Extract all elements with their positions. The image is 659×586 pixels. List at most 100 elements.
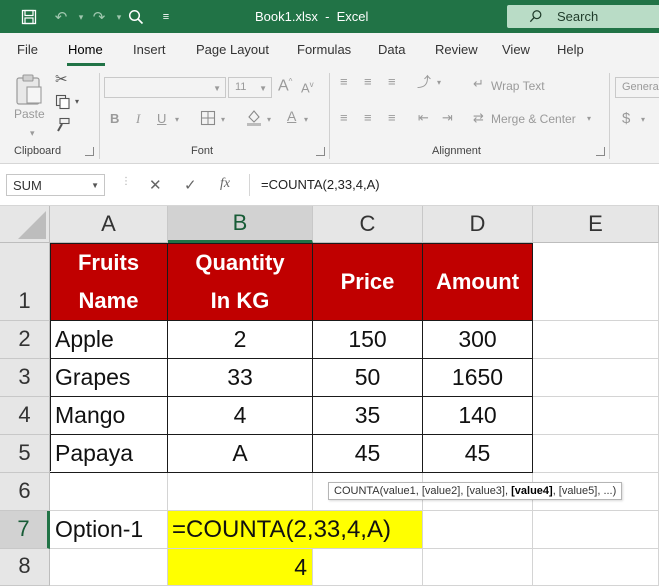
font-color-button[interactable]: A: [287, 108, 296, 124]
table-cell[interactable]: Grapes: [50, 359, 168, 397]
borders-dropdown-icon[interactable]: ▾: [221, 116, 225, 124]
column-header-d[interactable]: D: [423, 206, 533, 243]
row-header-4[interactable]: 4: [0, 397, 50, 435]
table-cell[interactable]: Mango: [50, 397, 168, 435]
empty-cell[interactable]: [423, 511, 533, 549]
column-header-c[interactable]: C: [313, 206, 423, 243]
paste-button[interactable]: Paste: [14, 73, 46, 125]
currency-dropdown-icon[interactable]: ▾: [641, 116, 645, 124]
column-header-e[interactable]: E: [533, 206, 659, 243]
table-cell[interactable]: 45: [423, 435, 533, 473]
undo-icon[interactable]: ↶: [50, 6, 72, 28]
wrap-text-icon[interactable]: ↵: [473, 77, 484, 90]
tab-file[interactable]: File: [17, 42, 38, 57]
fill-color-dropdown-icon[interactable]: ▾: [267, 116, 271, 124]
row-header-8[interactable]: 8: [0, 549, 50, 586]
row-header-5[interactable]: 5: [0, 435, 50, 473]
table-cell[interactable]: A: [168, 435, 313, 473]
table-cell[interactable]: 300: [423, 321, 533, 359]
font-launcher-icon[interactable]: [316, 147, 325, 156]
bottom-align-icon[interactable]: ≡: [388, 75, 396, 88]
font-color-dropdown-icon[interactable]: ▾: [304, 116, 308, 124]
row-header-7[interactable]: 7: [0, 511, 50, 549]
empty-cell[interactable]: [533, 511, 659, 549]
empty-cell[interactable]: [533, 397, 659, 435]
row-header-2[interactable]: 2: [0, 321, 50, 359]
table-cell[interactable]: 33: [168, 359, 313, 397]
table-cell[interactable]: 4: [168, 397, 313, 435]
column-header-a[interactable]: A: [50, 206, 168, 243]
cancel-entry-icon[interactable]: ✕: [149, 176, 162, 194]
merge-center-icon[interactable]: ⇄: [473, 111, 484, 124]
increase-indent-icon[interactable]: ⇥: [442, 111, 453, 124]
table-header-cell[interactable]: Amount: [423, 243, 533, 321]
fill-color-icon[interactable]: [245, 108, 263, 128]
table-header-cell[interactable]: Quantity In KG: [168, 243, 313, 321]
align-center-icon[interactable]: ≡: [364, 111, 372, 124]
option-label-cell[interactable]: Option-1: [50, 511, 168, 549]
table-cell[interactable]: 50: [313, 359, 423, 397]
search-icon[interactable]: [125, 6, 147, 28]
increase-font-icon[interactable]: A^: [278, 77, 292, 95]
result-cell[interactable]: 4: [168, 549, 313, 586]
empty-cell[interactable]: [50, 473, 168, 511]
tab-home[interactable]: Home: [68, 42, 103, 57]
tab-view[interactable]: View: [502, 42, 530, 57]
name-box[interactable]: SUM ▼: [6, 174, 105, 196]
search-box[interactable]: Search: [507, 5, 659, 28]
decrease-font-icon[interactable]: Av: [301, 80, 314, 95]
align-right-icon[interactable]: ≡: [388, 111, 396, 124]
cut-icon[interactable]: ✂: [55, 72, 68, 87]
tooltip-current-argument[interactable]: [value4]: [511, 485, 553, 497]
bold-button[interactable]: B: [110, 111, 119, 126]
wrap-text-button[interactable]: Wrap Text: [491, 79, 545, 93]
redo-icon[interactable]: ↷: [88, 6, 110, 28]
decrease-indent-icon[interactable]: ⇤: [418, 111, 429, 124]
formula-input[interactable]: =COUNTA(2,33,4,A): [249, 174, 659, 196]
formula-edit-cell[interactable]: =COUNTA(2,33,4,A): [168, 511, 423, 549]
empty-cell[interactable]: [533, 435, 659, 473]
empty-cell[interactable]: [168, 473, 313, 511]
table-cell[interactable]: 140: [423, 397, 533, 435]
table-cell[interactable]: Apple: [50, 321, 168, 359]
orientation-dropdown-icon[interactable]: ▾: [437, 79, 441, 87]
font-name-dropdown[interactable]: ▼: [104, 77, 226, 98]
table-header-cell[interactable]: Fruits Name: [50, 243, 168, 321]
tab-insert[interactable]: Insert: [133, 42, 166, 57]
empty-cell[interactable]: [533, 359, 659, 397]
font-size-dropdown[interactable]: 11 ▼: [228, 77, 272, 98]
table-cell[interactable]: 150: [313, 321, 423, 359]
format-painter-icon[interactable]: [55, 117, 71, 135]
table-cell[interactable]: 45: [313, 435, 423, 473]
save-icon[interactable]: [18, 6, 40, 28]
alignment-launcher-icon[interactable]: [596, 147, 605, 156]
empty-cell[interactable]: [313, 549, 423, 586]
empty-cell[interactable]: [533, 243, 659, 321]
customize-toolbar-icon[interactable]: ≡: [155, 6, 177, 28]
table-cell[interactable]: Papaya: [50, 435, 168, 473]
row-header-6[interactable]: 6: [0, 473, 50, 511]
currency-button[interactable]: $: [622, 110, 630, 127]
tab-help[interactable]: Help: [557, 42, 584, 57]
empty-cell[interactable]: [50, 549, 168, 586]
tab-page-layout[interactable]: Page Layout: [196, 42, 269, 57]
tab-data[interactable]: Data: [378, 42, 405, 57]
table-header-cell[interactable]: Price: [313, 243, 423, 321]
middle-align-icon[interactable]: ≡: [364, 75, 372, 88]
borders-icon[interactable]: [200, 110, 216, 128]
italic-button[interactable]: I: [136, 111, 140, 127]
underline-dropdown-icon[interactable]: ▾: [175, 116, 179, 124]
confirm-entry-icon[interactable]: ✓: [184, 176, 197, 194]
clipboard-launcher-icon[interactable]: [85, 147, 94, 156]
copy-icon[interactable]: [55, 94, 71, 112]
merge-dropdown-icon[interactable]: ▾: [587, 115, 591, 123]
column-header-b[interactable]: B: [168, 206, 313, 243]
insert-function-button[interactable]: fx: [220, 176, 230, 192]
table-cell[interactable]: 1650: [423, 359, 533, 397]
tab-review[interactable]: Review: [435, 42, 478, 57]
table-cell[interactable]: 2: [168, 321, 313, 359]
align-left-icon[interactable]: ≡: [340, 111, 348, 124]
select-all-button[interactable]: [0, 206, 50, 243]
empty-cell[interactable]: [533, 321, 659, 359]
top-align-icon[interactable]: ≡: [340, 75, 348, 88]
